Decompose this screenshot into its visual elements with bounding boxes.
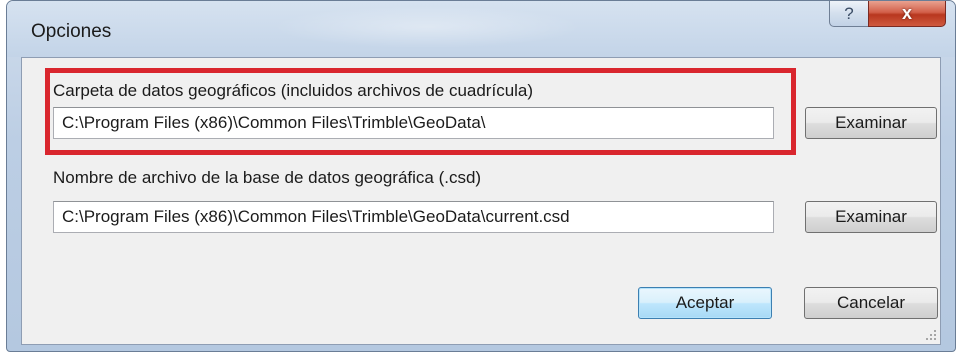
geodata-folder-label: Carpeta de datos geográficos (incluidos … <box>53 81 534 100</box>
resize-grip-icon[interactable] <box>925 329 937 341</box>
cancel-button[interactable]: Cancelar <box>804 287 938 319</box>
geodata-folder-browse-button[interactable]: Examinar <box>805 107 937 139</box>
options-dialog: Opciones ? x Carpeta de datos geográfico… <box>6 0 956 352</box>
help-button[interactable]: ? <box>829 1 869 27</box>
close-button[interactable]: x <box>868 1 946 27</box>
title-bar[interactable]: Opciones ? x <box>7 1 955 57</box>
window-title: Opciones <box>31 21 112 42</box>
geodatabase-file-browse-button[interactable]: Examinar <box>805 201 937 233</box>
geodatabase-file-input[interactable] <box>53 201 774 233</box>
help-icon: ? <box>844 3 854 23</box>
close-icon: x <box>901 3 912 23</box>
geodata-folder-input[interactable] <box>53 107 774 139</box>
geodatabase-file-label: Nombre de archivo de la base de datos ge… <box>53 168 482 187</box>
dialog-content: Carpeta de datos geográficos (incluidos … <box>21 57 941 345</box>
ok-button[interactable]: Aceptar <box>638 287 772 319</box>
